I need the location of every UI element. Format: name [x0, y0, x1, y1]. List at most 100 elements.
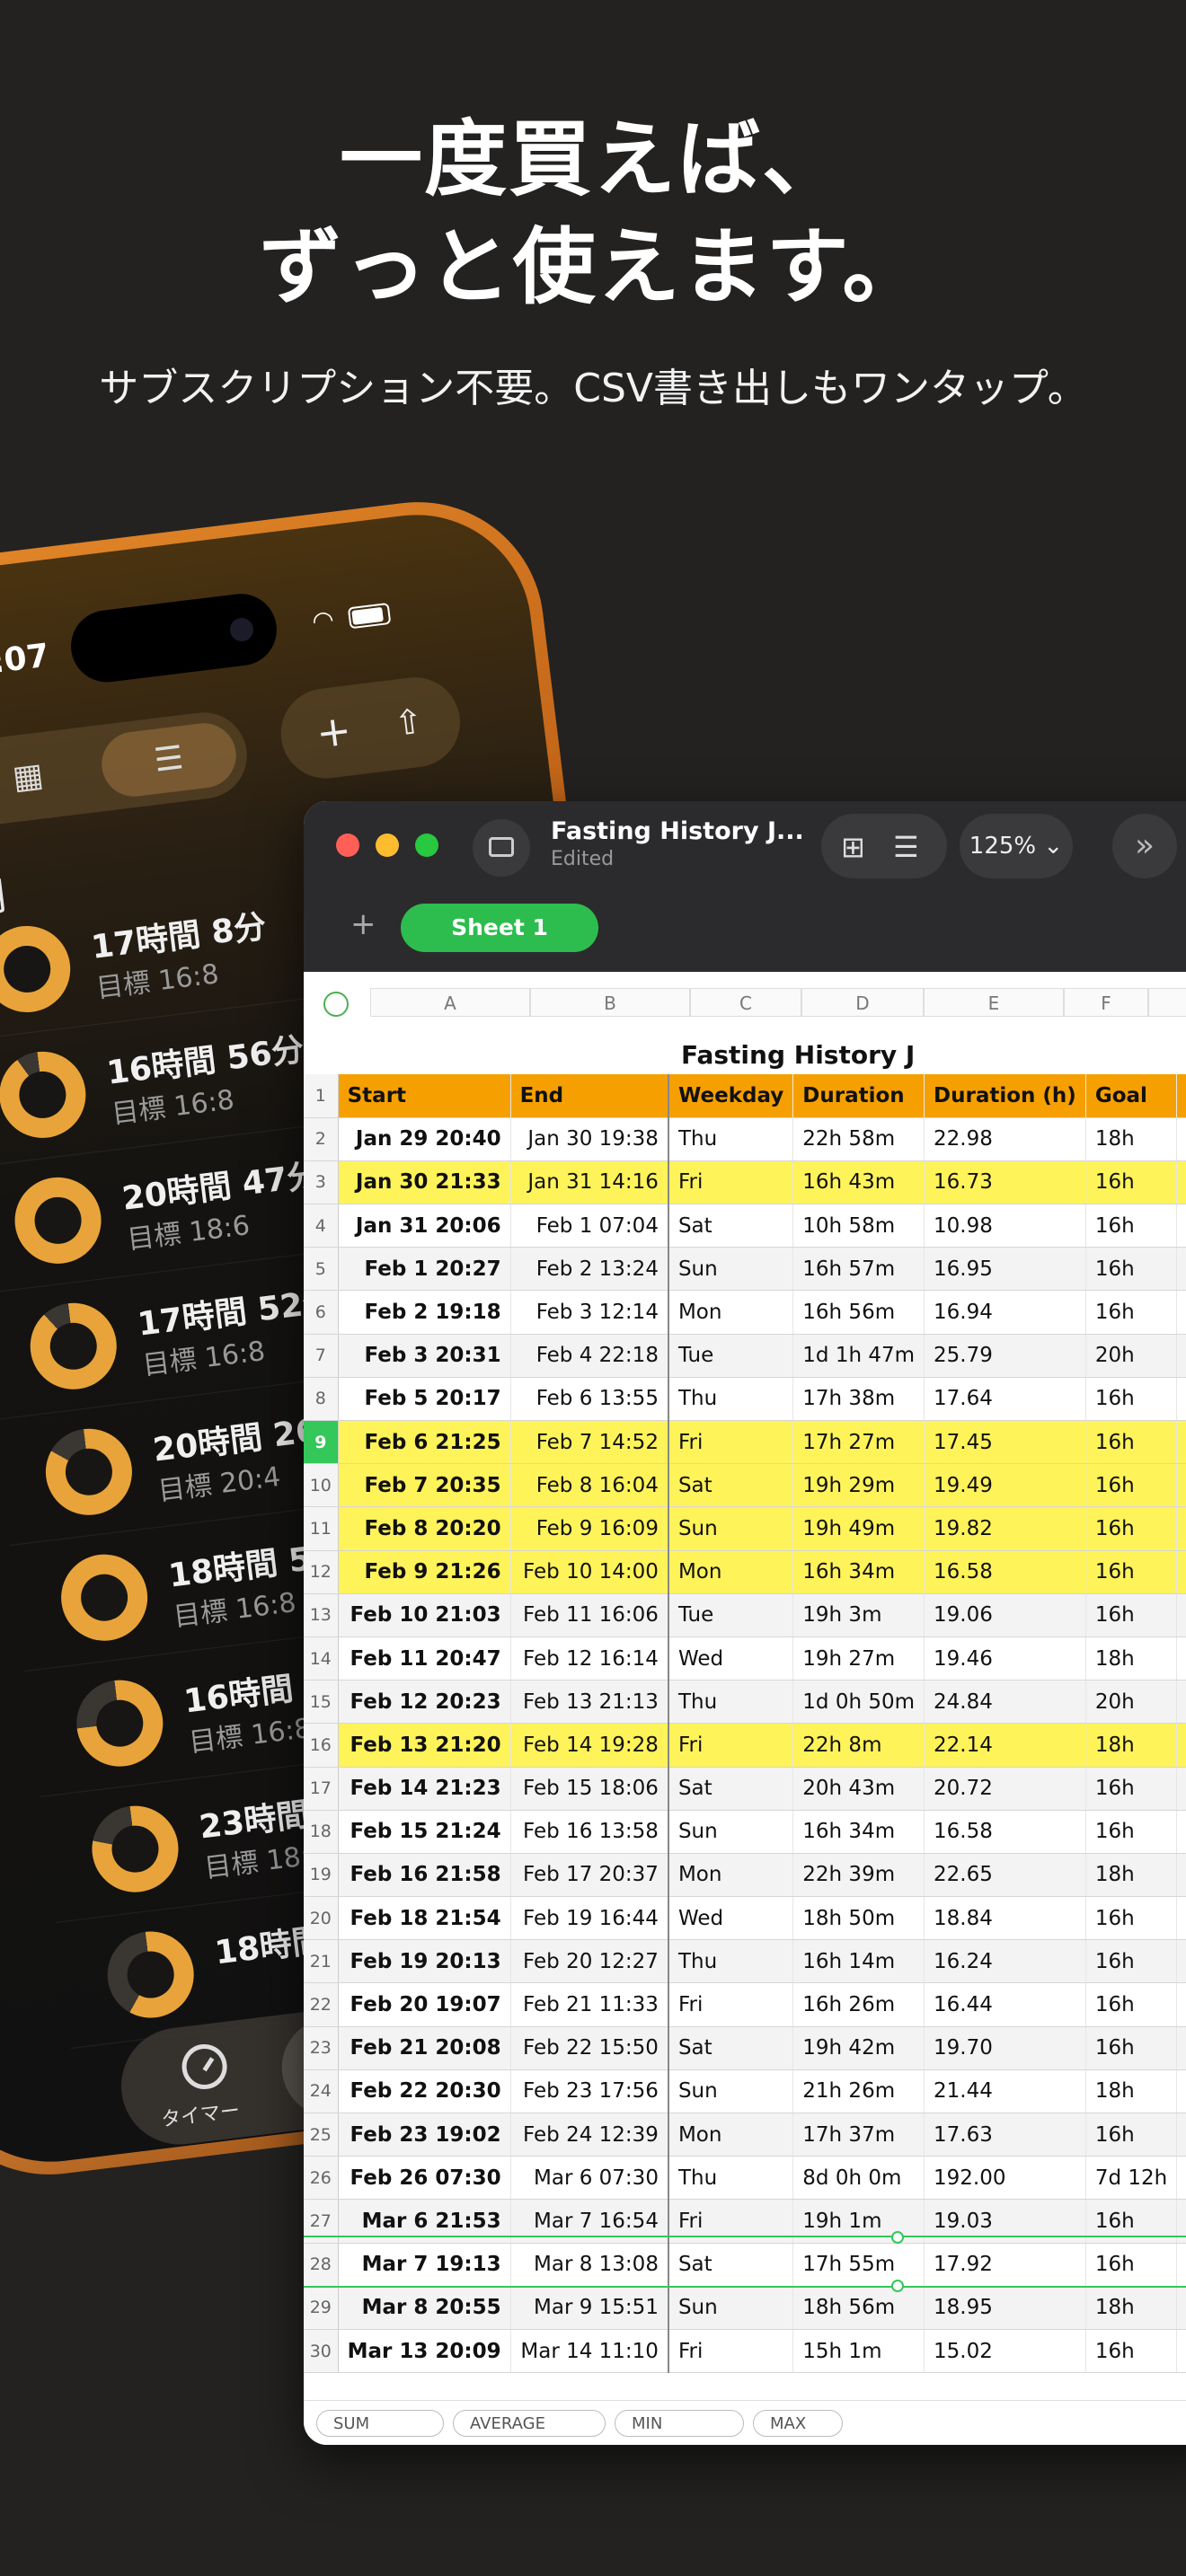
table-cell[interactable]: 16.58 — [924, 1550, 1086, 1594]
table-cell[interactable]: 16.73 — [924, 1160, 1086, 1205]
table-row[interactable]: 30 Mar 13 20:09 Mar 14 11:10 Fri 15h 1m 15.02… — [304, 2329, 1186, 2374]
table-cell[interactable]: Fri — [668, 1982, 794, 2027]
table-cell[interactable]: 20h 43m — [792, 1767, 925, 1811]
table-cell[interactable]: Jan 31 14:16 — [510, 1160, 669, 1205]
table-cell[interactable]: 16h — [1085, 1247, 1178, 1292]
table-cell[interactable]: Mar 6 07:30 — [510, 2156, 669, 2201]
table-cell[interactable]: Sun — [668, 1810, 794, 1854]
table-cell[interactable]: 16.95 — [924, 1247, 1086, 1292]
column-header[interactable]: G — [1148, 988, 1186, 1017]
table-cell[interactable]: Mar 7 16:54 — [510, 2199, 669, 2244]
table-cell[interactable]: Tue — [668, 1593, 794, 1637]
table-cell[interactable]: Mon — [668, 1853, 794, 1898]
table-cell[interactable]: 20 — [1176, 1334, 1186, 1378]
table-row[interactable]: 1 Start End Weekday Duration Duration (h) Goal… — [304, 1074, 1186, 1118]
table-cell[interactable]: Mar 6 21:53 — [338, 2199, 511, 2244]
row-number[interactable]: 10 — [304, 1463, 339, 1508]
table-cell[interactable]: 16 — [1176, 1982, 1186, 2027]
table-cell[interactable]: Thu — [668, 1680, 794, 1725]
row-number[interactable]: 3 — [304, 1160, 339, 1205]
table-cell[interactable]: Mar 14 11:10 — [510, 2329, 669, 2374]
table-cell[interactable]: Feb 19 16:44 — [510, 1896, 669, 1941]
table-row[interactable]: 12 Feb 9 21:26 Feb 10 14:00 Mon 16h 34m 16.58… — [304, 1550, 1186, 1594]
table-cell[interactable]: Fri — [668, 2199, 794, 2244]
table-cell[interactable]: 16h — [1085, 1767, 1178, 1811]
table-cell[interactable]: 19.46 — [924, 1636, 1086, 1681]
table-cell[interactable]: 18 — [1176, 1636, 1186, 1681]
table-row[interactable]: 5 Feb 1 20:27 Feb 2 13:24 Sun 16h 57m 16.95 16… — [304, 1247, 1186, 1292]
table-cell[interactable]: Feb 8 16:04 — [510, 1463, 669, 1508]
insert-table-icon[interactable]: ⊞ — [841, 830, 865, 864]
table-cell[interactable]: Feb 10 21:03 — [338, 1593, 511, 1637]
table-cell[interactable]: Mon — [668, 1550, 794, 1594]
table-cell[interactable]: 16h 34m — [792, 1810, 925, 1854]
table-cell[interactable]: 16h — [1085, 1810, 1178, 1854]
table-cell[interactable]: 16 — [1176, 1290, 1186, 1335]
table-row[interactable]: 17 Feb 14 21:23 Feb 15 18:06 Sat 20h 43m 20.7… — [304, 1767, 1186, 1811]
table-cell[interactable]: Sat — [668, 1767, 794, 1811]
table-cell[interactable]: 19h 29m — [792, 1463, 925, 1508]
table-cell[interactable]: Feb 1 07:04 — [510, 1204, 669, 1248]
share-button[interactable]: ⇧ — [374, 687, 444, 757]
sidebar-icon[interactable] — [473, 819, 530, 877]
row-number[interactable]: 1 — [304, 1074, 339, 1118]
table-cell[interactable]: Feb 26 07:30 — [338, 2156, 511, 2201]
table-cell[interactable]: Start — [338, 1074, 511, 1118]
table-row[interactable]: 28 Mar 7 19:13 Mar 8 13:08 Sat 17h 55m 17.92 1… — [304, 2243, 1186, 2287]
table-cell[interactable]: 18h — [1085, 1636, 1178, 1681]
list-view-button[interactable]: ☰ — [98, 719, 240, 800]
table-cell[interactable]: 18.95 — [924, 2286, 1086, 2330]
table-cell[interactable]: 16h 14m — [792, 1939, 925, 1984]
table-cell[interactable]: 16.24 — [924, 1939, 1086, 1984]
row-number[interactable]: 5 — [304, 1247, 339, 1292]
column-header[interactable]: D — [801, 988, 924, 1017]
table-cell[interactable]: 22h 8m — [792, 1723, 925, 1768]
row-number[interactable]: 21 — [304, 1939, 339, 1984]
table-cell[interactable]: 1d 0h 50m — [792, 1680, 925, 1725]
table-cell[interactable]: Feb 3 20:31 — [338, 1334, 511, 1378]
table-row[interactable]: 29 Mar 8 20:55 Mar 9 15:51 Sun 18h 56m 18.95 1… — [304, 2286, 1186, 2330]
table-cell[interactable]: Feb 13 21:20 — [338, 1723, 511, 1768]
table-cell[interactable]: 16 — [1176, 1593, 1186, 1637]
table-cell[interactable]: 16 — [1176, 2113, 1186, 2157]
footer-function-average[interactable]: AVERAGE — [453, 2410, 606, 2437]
row-number[interactable]: 14 — [304, 1636, 339, 1681]
table-cell[interactable]: 18h 50m — [792, 1896, 925, 1941]
table-cell[interactable]: Sun — [668, 1247, 794, 1292]
footer-function-max[interactable]: MAX — [753, 2410, 843, 2437]
table-cell[interactable]: Sat — [668, 1463, 794, 1508]
table-cell[interactable]: Feb 11 20:47 — [338, 1636, 511, 1681]
table-cell[interactable]: 24.84 — [924, 1680, 1086, 1725]
table-cell[interactable]: Feb 17 20:37 — [510, 1853, 669, 1898]
table-cell[interactable]: Mar 8 20:55 — [338, 2286, 511, 2330]
table-cell[interactable]: Mar 8 13:08 — [510, 2243, 669, 2287]
row-number[interactable]: 13 — [304, 1593, 339, 1637]
row-number[interactable]: 27 — [304, 2199, 339, 2244]
table-cell[interactable]: 16h 57m — [792, 1247, 925, 1292]
close-button[interactable] — [336, 834, 359, 857]
table-cell[interactable]: 22.65 — [924, 1853, 1086, 1898]
row-number[interactable]: 15 — [304, 1680, 339, 1725]
table-cell[interactable]: Duration — [792, 1074, 925, 1118]
table-cell[interactable]: Feb 7 20:35 — [338, 1463, 511, 1508]
table-cell[interactable]: 10h 58m — [792, 1204, 925, 1248]
table-cell[interactable]: Mar 9 15:51 — [510, 2286, 669, 2330]
table-cell[interactable]: 16h 26m — [792, 1982, 925, 2027]
table-cell[interactable]: Feb 9 21:26 — [338, 1550, 511, 1594]
table-cell[interactable]: 16h — [1085, 1896, 1178, 1941]
table-cell[interactable]: 19.82 — [924, 1506, 1086, 1551]
table-cell[interactable]: 16 — [1176, 2329, 1186, 2374]
table-cell[interactable]: Feb 7 14:52 — [510, 1420, 669, 1465]
table-cell[interactable]: Feb 18 21:54 — [338, 1896, 511, 1941]
table-cell[interactable]: Feb 8 20:20 — [338, 1506, 511, 1551]
add-sheet-button[interactable]: + — [350, 906, 376, 942]
table-cell[interactable]: Sun — [668, 2286, 794, 2330]
table-cell[interactable]: 16 — [1176, 2243, 1186, 2287]
table-cell[interactable]: Thu — [668, 1117, 794, 1161]
column-header[interactable]: C — [690, 988, 801, 1017]
minimize-button[interactable] — [376, 834, 399, 857]
table-row[interactable]: 9 Feb 6 21:25 Feb 7 14:52 Fri 17h 27m 17.45 16… — [304, 1420, 1186, 1465]
table-row[interactable]: 16 Feb 13 21:20 Feb 14 19:28 Fri 22h 8m 22.14… — [304, 1723, 1186, 1768]
calendar-view-button[interactable]: ▦ — [0, 737, 99, 817]
table-cell[interactable]: Fri — [668, 2329, 794, 2374]
